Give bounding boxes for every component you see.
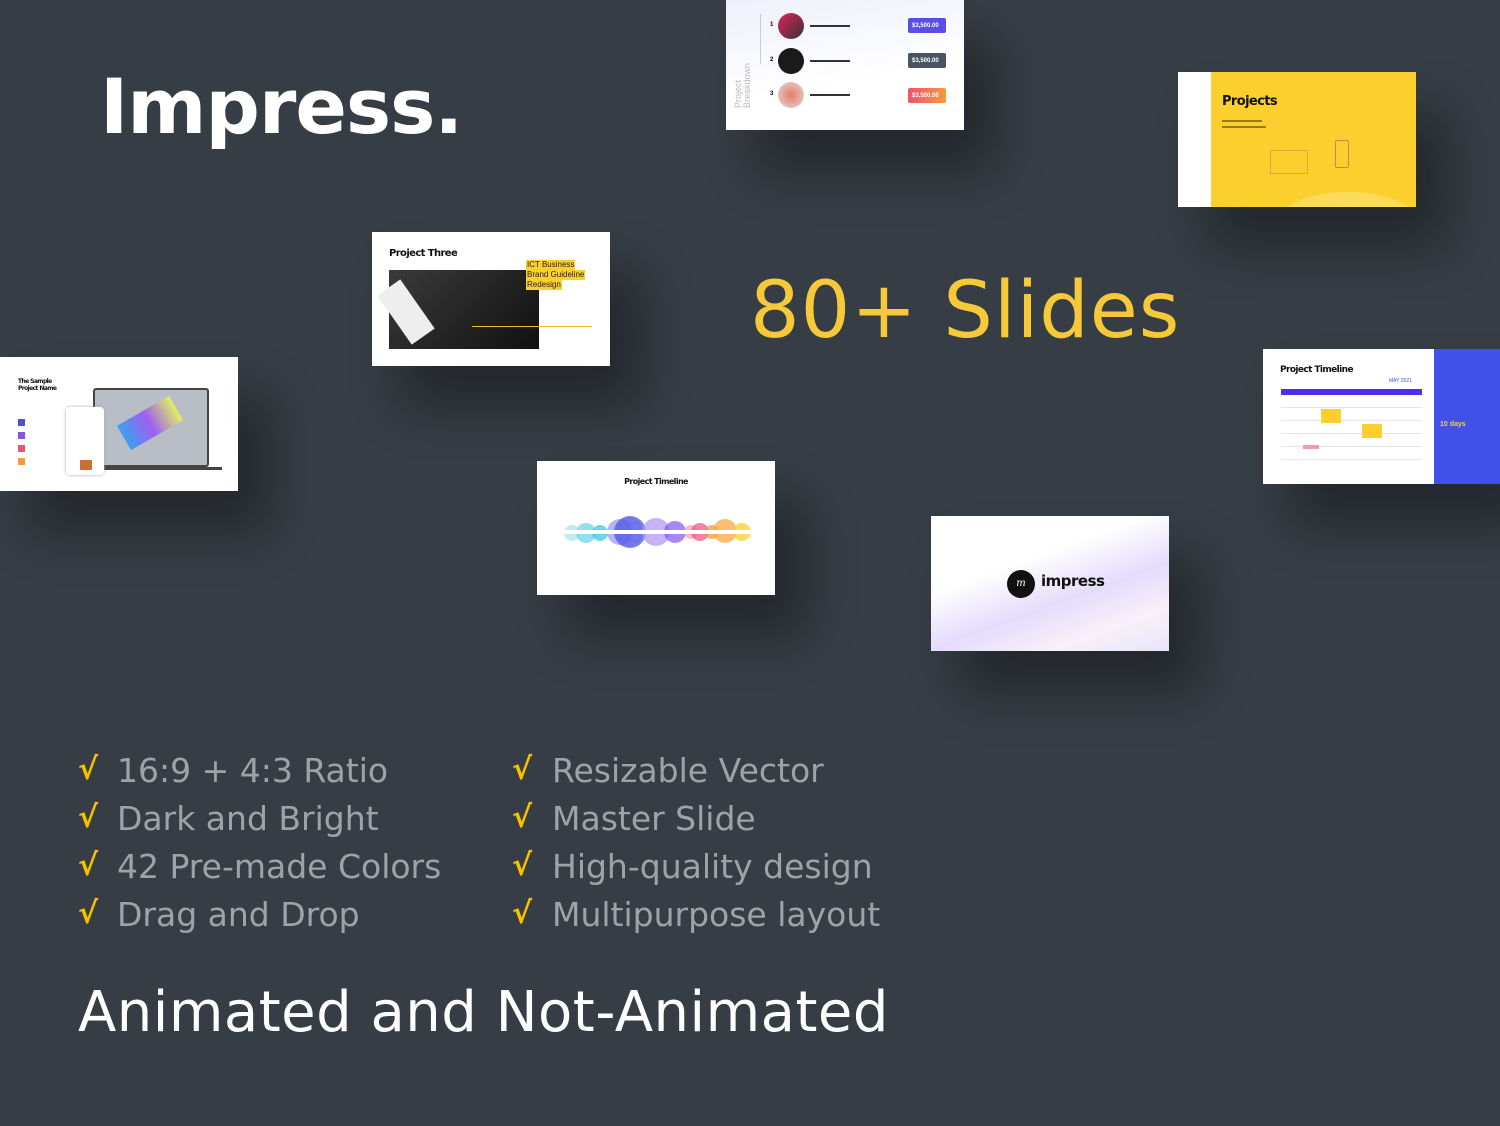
feature-item: Drag and Drop — [117, 895, 360, 934]
checkmark-icon: √ — [512, 896, 533, 931]
feature-item: Multipurpose layout — [552, 895, 881, 934]
title-line: The Sample — [18, 378, 52, 385]
price-badge: $3,500.00 — [908, 18, 946, 33]
slide-title: Project Timeline — [624, 477, 688, 486]
slide-title: Project Timeline — [1280, 365, 1354, 375]
row-number: 3 — [770, 91, 774, 97]
checkmark-icon: √ — [512, 752, 533, 787]
checkmark-icon: √ — [78, 800, 99, 835]
highlight-line: Redesign — [526, 280, 562, 290]
title-line: Project Name — [18, 385, 57, 392]
highlight-line: ICT Business — [526, 260, 576, 270]
slide-preview-sample-project: The Sample Project Name — [0, 357, 238, 491]
highlight-line: Brand Guideline — [526, 270, 586, 280]
slide-preview-timeline-calendar: Project Timeline MAY 2021 10 days — [1263, 349, 1500, 484]
checkmark-icon: √ — [78, 848, 99, 883]
checkmark-icon: √ — [512, 848, 533, 883]
feature-item: High-quality design — [552, 847, 873, 886]
tagline: Animated and Not-Animated — [78, 980, 889, 1045]
slide-preview-project-three: Project Three ICT Business Brand Guideli… — [372, 232, 610, 366]
logo-icon: m — [1007, 570, 1035, 598]
price-badge: $3,500.00 — [908, 53, 946, 68]
checkmark-icon: √ — [78, 896, 99, 931]
feature-item: Dark and Bright — [117, 799, 379, 838]
row-number: 2 — [770, 57, 774, 63]
feature-item: Resizable Vector — [552, 751, 824, 790]
slide-preview-project-breakdown: Project Breakdown 1 2 3 $3,500.00 $3,500… — [726, 0, 964, 130]
slide-title: The Sample Project Name — [18, 378, 57, 392]
slide-title: Projects — [1222, 94, 1278, 109]
checkmark-icon: √ — [78, 752, 99, 787]
checkmark-icon: √ — [512, 800, 533, 835]
row-number: 1 — [770, 22, 774, 28]
slide-title: Project Breakdown — [733, 62, 752, 108]
feature-item: Master Slide — [552, 799, 756, 838]
duration-label: 10 days — [1440, 421, 1466, 428]
feature-item: 42 Pre-made Colors — [117, 847, 442, 886]
logo-text: impress — [1041, 572, 1105, 590]
slide-preview-cover: m impress — [931, 516, 1169, 651]
calendar-month: MAY 2021 — [1389, 378, 1412, 384]
brand-title: Impress. — [100, 62, 463, 151]
slide-preview-projects: Projects — [1178, 72, 1416, 207]
price-badge: $3,500.00 — [908, 88, 946, 103]
slide-preview-timeline-circles: Project Timeline — [537, 461, 775, 595]
feature-item: 16:9 + 4:3 Ratio — [117, 751, 389, 790]
slide-count-headline: 80+ Slides — [750, 266, 1181, 356]
slide-title: Project Three — [389, 248, 458, 259]
